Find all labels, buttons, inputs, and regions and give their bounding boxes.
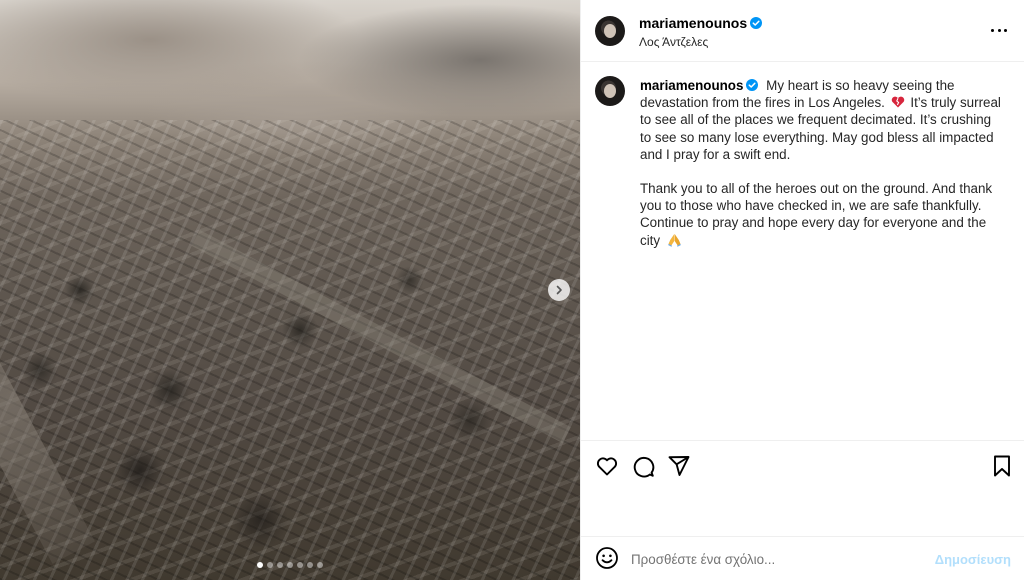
caption-section: mariamenounos My heart is so heavy seein… — [581, 62, 1024, 440]
carousel-dot — [277, 562, 283, 568]
carousel-dot — [317, 562, 323, 568]
verified-badge-icon — [750, 17, 763, 29]
photo-trees — [0, 0, 580, 580]
folded-hands-icon — [667, 233, 681, 247]
post-header: mariamenounos Λος Άντζελες — [581, 0, 1024, 62]
bookmark-icon — [994, 455, 1010, 477]
verified-badge-icon — [746, 79, 759, 91]
carousel-dot — [267, 562, 273, 568]
header-username[interactable]: mariamenounos — [639, 15, 763, 31]
caption-text: mariamenounos My heart is so heavy seein… — [640, 77, 1005, 249]
caption-paragraph: Thank you to all of the heroes out on th… — [640, 180, 1005, 249]
chevron-right-icon — [556, 285, 562, 295]
avatar[interactable] — [595, 76, 625, 106]
next-slide-button[interactable] — [548, 279, 570, 301]
caption-username[interactable]: mariamenounos — [640, 78, 759, 93]
carousel-dot — [287, 562, 293, 568]
share-icon — [668, 456, 690, 476]
share-button[interactable] — [667, 454, 691, 478]
post-actions — [581, 440, 1024, 536]
emoji-icon — [596, 547, 618, 569]
carousel-dot — [297, 562, 303, 568]
comment-input[interactable] — [631, 549, 931, 569]
post-comment-button[interactable]: Δημοσίευση — [935, 552, 1011, 567]
comment-button[interactable] — [631, 454, 655, 478]
more-options-icon — [997, 28, 1001, 32]
carousel-dot — [307, 562, 313, 568]
more-options-button[interactable] — [991, 22, 1007, 38]
carousel-dot — [257, 562, 263, 568]
more-options-icon — [991, 28, 994, 32]
comment-icon — [633, 456, 655, 478]
post-media[interactable] — [0, 0, 580, 580]
username-text[interactable]: mariamenounos — [640, 78, 743, 93]
comment-bar: Δημοσίευση — [581, 536, 1024, 580]
like-button[interactable] — [595, 454, 619, 478]
emoji-button[interactable] — [595, 546, 619, 570]
broken-heart-icon — [891, 96, 904, 108]
caption-paragraph: mariamenounos My heart is so heavy seein… — [640, 77, 1005, 163]
save-button[interactable] — [990, 454, 1014, 478]
avatar[interactable] — [595, 16, 625, 46]
carousel-indicator — [0, 562, 580, 568]
more-options-icon — [1004, 28, 1007, 32]
username-text[interactable]: mariamenounos — [639, 15, 747, 31]
heart-icon — [596, 457, 618, 476]
post-location[interactable]: Λος Άντζελες — [639, 35, 708, 49]
post-side-panel: mariamenounos Λος Άντζελες mariamenounos… — [580, 0, 1024, 580]
caption-sentence: Thank you to all of the heroes out on th… — [640, 181, 993, 248]
